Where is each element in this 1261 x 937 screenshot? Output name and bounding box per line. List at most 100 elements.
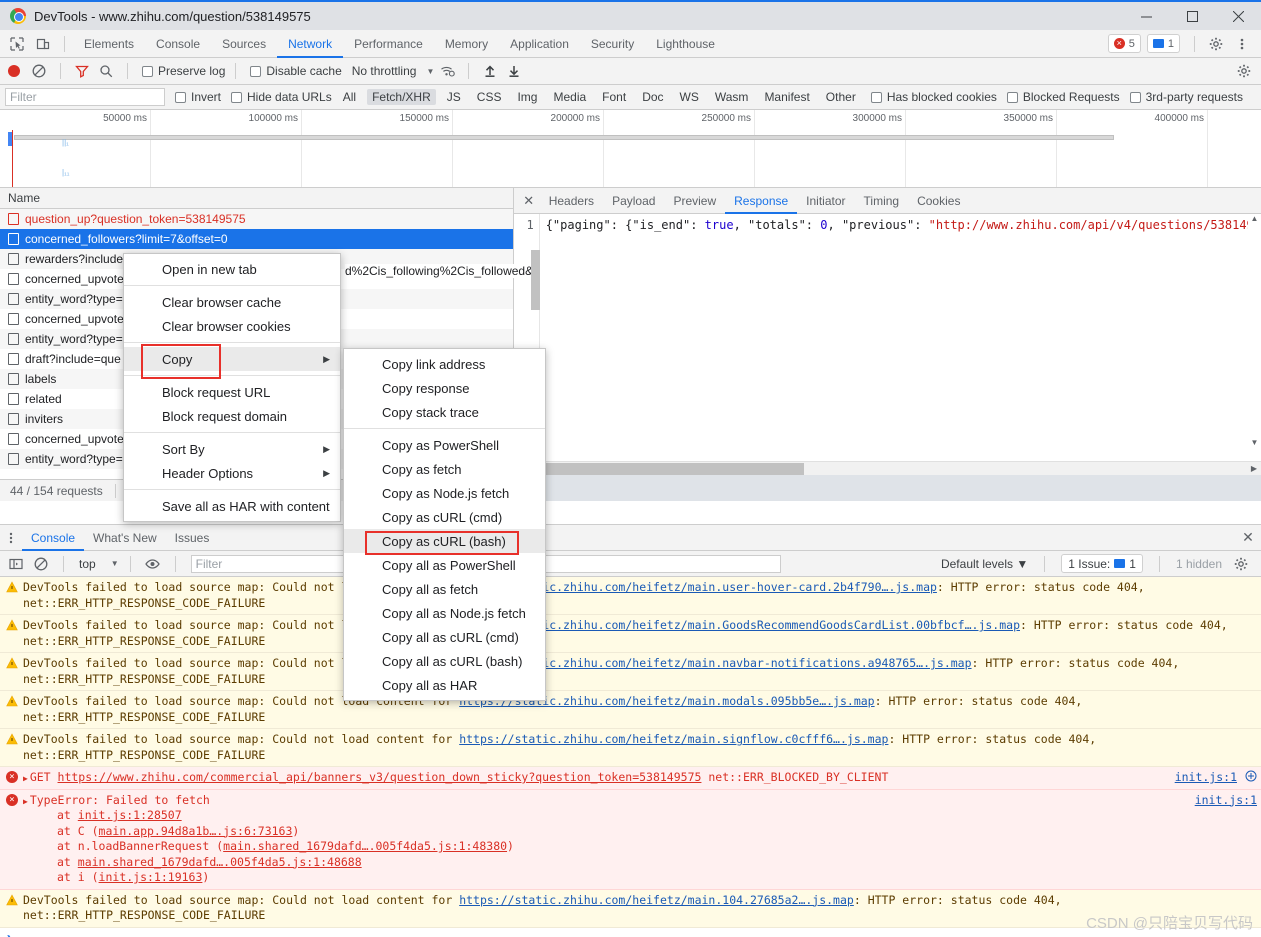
menu-item-copy-all-as-curl-bash[interactable]: Copy all as cURL (bash): [344, 649, 545, 673]
export-har-icon[interactable]: [503, 60, 525, 82]
has-blocked-cookies-checkbox[interactable]: Has blocked cookies: [870, 90, 997, 104]
minimize-button[interactable]: [1123, 1, 1169, 31]
tab-response[interactable]: Response: [725, 188, 797, 214]
blocked-requests-checkbox[interactable]: Blocked Requests: [1006, 90, 1120, 104]
console-settings-gear-icon[interactable]: [1230, 553, 1252, 575]
drawer-tab-console[interactable]: Console: [22, 525, 84, 551]
list-item[interactable]: DevTools failed to load source map: Coul…: [0, 691, 1261, 730]
drawer-tab-whats-new[interactable]: What's New: [84, 525, 166, 551]
request-list-scrollbar-thumb[interactable]: [531, 250, 540, 310]
menu-item-copy-as-nodejs-fetch[interactable]: Copy as Node.js fetch: [344, 481, 545, 505]
menu-item-save-all-as-har[interactable]: Save all as HAR with content: [124, 494, 340, 518]
invert-checkbox[interactable]: Invert: [175, 90, 221, 104]
message-source-link[interactable]: init.js:1: [1187, 793, 1257, 807]
menu-item-copy-stack-trace[interactable]: Copy stack trace: [344, 400, 545, 424]
close-details-icon[interactable]: ✕: [518, 190, 540, 212]
scrollbar-thumb[interactable]: [543, 462, 804, 475]
drawer-more-icon[interactable]: [0, 531, 22, 545]
tab-payload[interactable]: Payload: [603, 188, 664, 214]
filter-type-font[interactable]: Font: [597, 89, 631, 105]
list-item[interactable]: × ▶ GET https://www.zhihu.com/commercial_…: [0, 767, 1261, 790]
context-menu[interactable]: Open in new tab Clear browser cache Clea…: [123, 253, 341, 522]
clear-icon[interactable]: [28, 60, 50, 82]
menu-item-copy-all-as-har[interactable]: Copy all as HAR: [344, 673, 545, 697]
console-sidebar-icon[interactable]: [5, 553, 27, 575]
filter-funnel-icon[interactable]: [71, 60, 93, 82]
menu-item-copy-all-as-nodejs-fetch[interactable]: Copy all as Node.js fetch: [344, 601, 545, 625]
filter-type-ws[interactable]: WS: [675, 89, 704, 105]
response-horizontal-scrollbar[interactable]: ◀ ▶: [513, 461, 1261, 475]
record-button[interactable]: [8, 65, 20, 77]
scroll-down-icon[interactable]: ▼: [1248, 438, 1261, 447]
menu-item-block-request-url[interactable]: Block request URL: [124, 380, 340, 404]
chevron-down-icon[interactable]: ▼: [111, 559, 119, 568]
issues-badge[interactable]: 1 Issue: 1: [1061, 554, 1143, 573]
filter-type-img[interactable]: Img: [512, 89, 542, 105]
menu-item-copy-all-as-fetch[interactable]: Copy all as fetch: [344, 577, 545, 601]
network-settings-gear-icon[interactable]: [1233, 60, 1255, 82]
filter-type-media[interactable]: Media: [548, 89, 591, 105]
drawer-close-icon[interactable]: ✕: [1235, 529, 1261, 546]
open-in-sources-icon[interactable]: [1245, 770, 1257, 785]
menu-item-copy-as-curl-cmd[interactable]: Copy as cURL (cmd): [344, 505, 545, 529]
filter-type-other[interactable]: Other: [821, 89, 861, 105]
import-har-icon[interactable]: [479, 60, 501, 82]
chevron-down-icon[interactable]: ▼: [426, 67, 434, 76]
table-row[interactable]: concerned_followers?limit=7&offset=0: [0, 229, 513, 249]
menu-item-copy-link-address[interactable]: Copy link address: [344, 352, 545, 376]
menu-item-sort-by[interactable]: Sort By ▶: [124, 437, 340, 461]
menu-item-copy[interactable]: Copy ▶: [124, 347, 340, 371]
frame-link[interactable]: main.shared_1679dafd….005f4da5.js:1:4838…: [223, 839, 507, 853]
message-source-link[interactable]: init.js:1: [1167, 770, 1237, 784]
response-body[interactable]: 1 {"paging": {"is_end": true, "totals": …: [514, 214, 1261, 461]
frame-link[interactable]: main.app.94d8a1b….js:6:73163: [99, 824, 293, 838]
message-link[interactable]: https://www.zhihu.com/commercial_api/ban…: [58, 770, 702, 784]
menu-item-block-request-domain[interactable]: Block request domain: [124, 404, 340, 428]
frame-link[interactable]: init.js:1:28507: [78, 808, 182, 822]
list-item[interactable]: DevTools failed to load source map: Coul…: [0, 889, 1261, 928]
menu-item-copy-response[interactable]: Copy response: [344, 376, 545, 400]
console-message-list[interactable]: DevTools failed to load source map: Coul…: [0, 577, 1261, 937]
info-count-badge[interactable]: 1: [1146, 34, 1180, 53]
scroll-up-icon[interactable]: ▲: [1248, 214, 1261, 223]
table-row[interactable]: question_up?question_token=538149575: [0, 209, 513, 229]
hide-data-urls-checkbox[interactable]: Hide data URLs: [231, 90, 332, 104]
preserve-log-checkbox[interactable]: Preserve log: [142, 64, 225, 78]
tab-timing[interactable]: Timing: [855, 188, 909, 214]
tab-memory[interactable]: Memory: [434, 30, 499, 58]
tab-initiator[interactable]: Initiator: [797, 188, 854, 214]
disable-cache-checkbox[interactable]: Disable cache: [250, 64, 342, 78]
maximize-button[interactable]: [1169, 1, 1215, 31]
response-vertical-scrollbar[interactable]: ▲ ▼: [1248, 214, 1261, 447]
tab-sources[interactable]: Sources: [211, 30, 277, 58]
clear-console-icon[interactable]: [30, 553, 52, 575]
tab-elements[interactable]: Elements: [73, 30, 145, 58]
menu-item-copy-as-powershell[interactable]: Copy as PowerShell: [344, 433, 545, 457]
tab-preview[interactable]: Preview: [664, 188, 725, 214]
execution-context-select[interactable]: top: [75, 557, 100, 571]
request-column-header-name[interactable]: Name: [0, 188, 513, 209]
tab-console[interactable]: Console: [145, 30, 211, 58]
tab-security[interactable]: Security: [580, 30, 645, 58]
list-item[interactable]: DevTools failed to load source map: Coul…: [0, 577, 1261, 616]
menu-item-copy-as-curl-bash[interactable]: Copy as cURL (bash): [344, 529, 545, 553]
filter-type-css[interactable]: CSS: [472, 89, 507, 105]
frame-link[interactable]: init.js:1:19163: [99, 870, 203, 884]
drawer-tab-issues[interactable]: Issues: [166, 525, 219, 551]
message-link[interactable]: https://static.zhihu.com/heifetz/main.si…: [459, 732, 888, 746]
menu-item-clear-browser-cookies[interactable]: Clear browser cookies: [124, 314, 340, 338]
tab-lighthouse[interactable]: Lighthouse: [645, 30, 726, 58]
tab-headers[interactable]: Headers: [540, 188, 603, 214]
filter-type-manifest[interactable]: Manifest: [759, 89, 814, 105]
tab-cookies[interactable]: Cookies: [908, 188, 969, 214]
network-conditions-icon[interactable]: [436, 60, 458, 82]
device-toolbar-icon[interactable]: [30, 32, 56, 56]
filter-input[interactable]: Filter: [5, 88, 165, 106]
filter-type-fetch-xhr[interactable]: Fetch/XHR: [367, 89, 436, 105]
list-item[interactable]: × ▶ TypeError: Failed to fetch at init.js…: [0, 789, 1261, 890]
filter-type-js[interactable]: JS: [442, 89, 466, 105]
close-button[interactable]: [1215, 1, 1261, 31]
error-count-badge[interactable]: × 5: [1107, 34, 1141, 53]
list-item[interactable]: DevTools failed to load source map: Coul…: [0, 729, 1261, 768]
live-expression-eye-icon[interactable]: [142, 553, 164, 575]
